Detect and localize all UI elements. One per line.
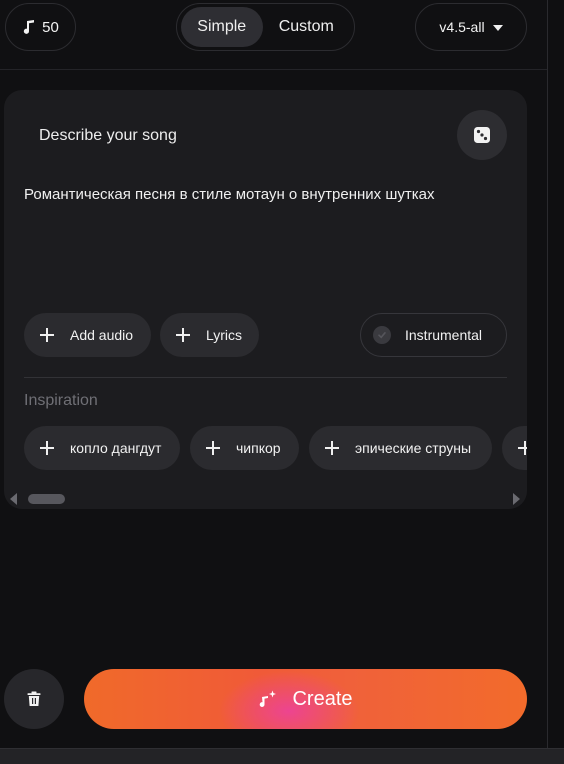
plus-icon — [206, 441, 220, 455]
instrumental-label: Instrumental — [405, 327, 483, 343]
inspiration-chip[interactable]: чипкор — [190, 426, 299, 470]
model-label: v4.5-all — [439, 19, 485, 35]
instrumental-toggle[interactable]: Instrumental — [360, 313, 507, 357]
create-label: Create — [292, 687, 353, 710]
lyrics-label: Lyrics — [206, 327, 243, 343]
inspiration-chip[interactable]: копло дангдут — [24, 426, 180, 470]
plus-icon — [518, 441, 527, 455]
scroll-right-arrow-icon[interactable] — [513, 493, 520, 505]
clear-button[interactable] — [4, 669, 64, 729]
chip-label: копло дангдут — [70, 440, 162, 456]
music-sparkle-icon — [260, 690, 277, 707]
plus-icon — [40, 328, 54, 342]
lyrics-button[interactable]: Lyrics — [160, 313, 259, 357]
inspiration-label: Inspiration — [24, 392, 98, 409]
credits-badge[interactable]: 50 — [5, 3, 76, 51]
trash-icon — [27, 691, 41, 706]
credits-count: 50 — [42, 18, 59, 36]
scroll-left-arrow-icon[interactable] — [10, 493, 17, 505]
check-circle-icon — [373, 326, 391, 344]
inspiration-chip[interactable]: эпические струны — [309, 426, 492, 470]
prompt-card: Describe your song Романтическая песня в… — [4, 90, 527, 509]
create-panel: 50 Simple Custom v4.5-all Describe your … — [0, 0, 564, 764]
plus-icon — [40, 441, 54, 455]
card-title: Describe your song — [39, 127, 177, 144]
add-audio-button[interactable]: Add audio — [24, 313, 151, 357]
header-divider — [0, 69, 547, 70]
mode-toggle: Simple Custom — [176, 3, 355, 51]
inspiration-chips: копло дангдут чипкор эпические струны — [24, 426, 527, 470]
music-note-icon — [23, 20, 35, 34]
plus-icon — [176, 328, 190, 342]
chip-label: чипкор — [236, 440, 281, 456]
card-divider — [24, 377, 507, 378]
bottom-scrollbar[interactable] — [0, 748, 564, 764]
caret-down-icon — [492, 24, 503, 31]
model-select[interactable]: v4.5-all — [415, 3, 527, 51]
tab-custom[interactable]: Custom — [263, 7, 350, 47]
dice-icon — [474, 127, 490, 143]
chip-label: эпические струны — [355, 440, 472, 456]
add-audio-label: Add audio — [70, 327, 134, 343]
horizontal-scrollbar-thumb[interactable] — [28, 494, 65, 504]
plus-icon — [325, 441, 339, 455]
tab-simple[interactable]: Simple — [181, 7, 263, 47]
prompt-textarea[interactable]: Романтическая песня в стиле мотаун о вну… — [24, 185, 504, 205]
inspiration-chip[interactable] — [502, 426, 527, 470]
random-prompt-button[interactable] — [457, 110, 507, 160]
create-button[interactable]: Create — [84, 669, 527, 729]
right-edge — [548, 0, 564, 748]
